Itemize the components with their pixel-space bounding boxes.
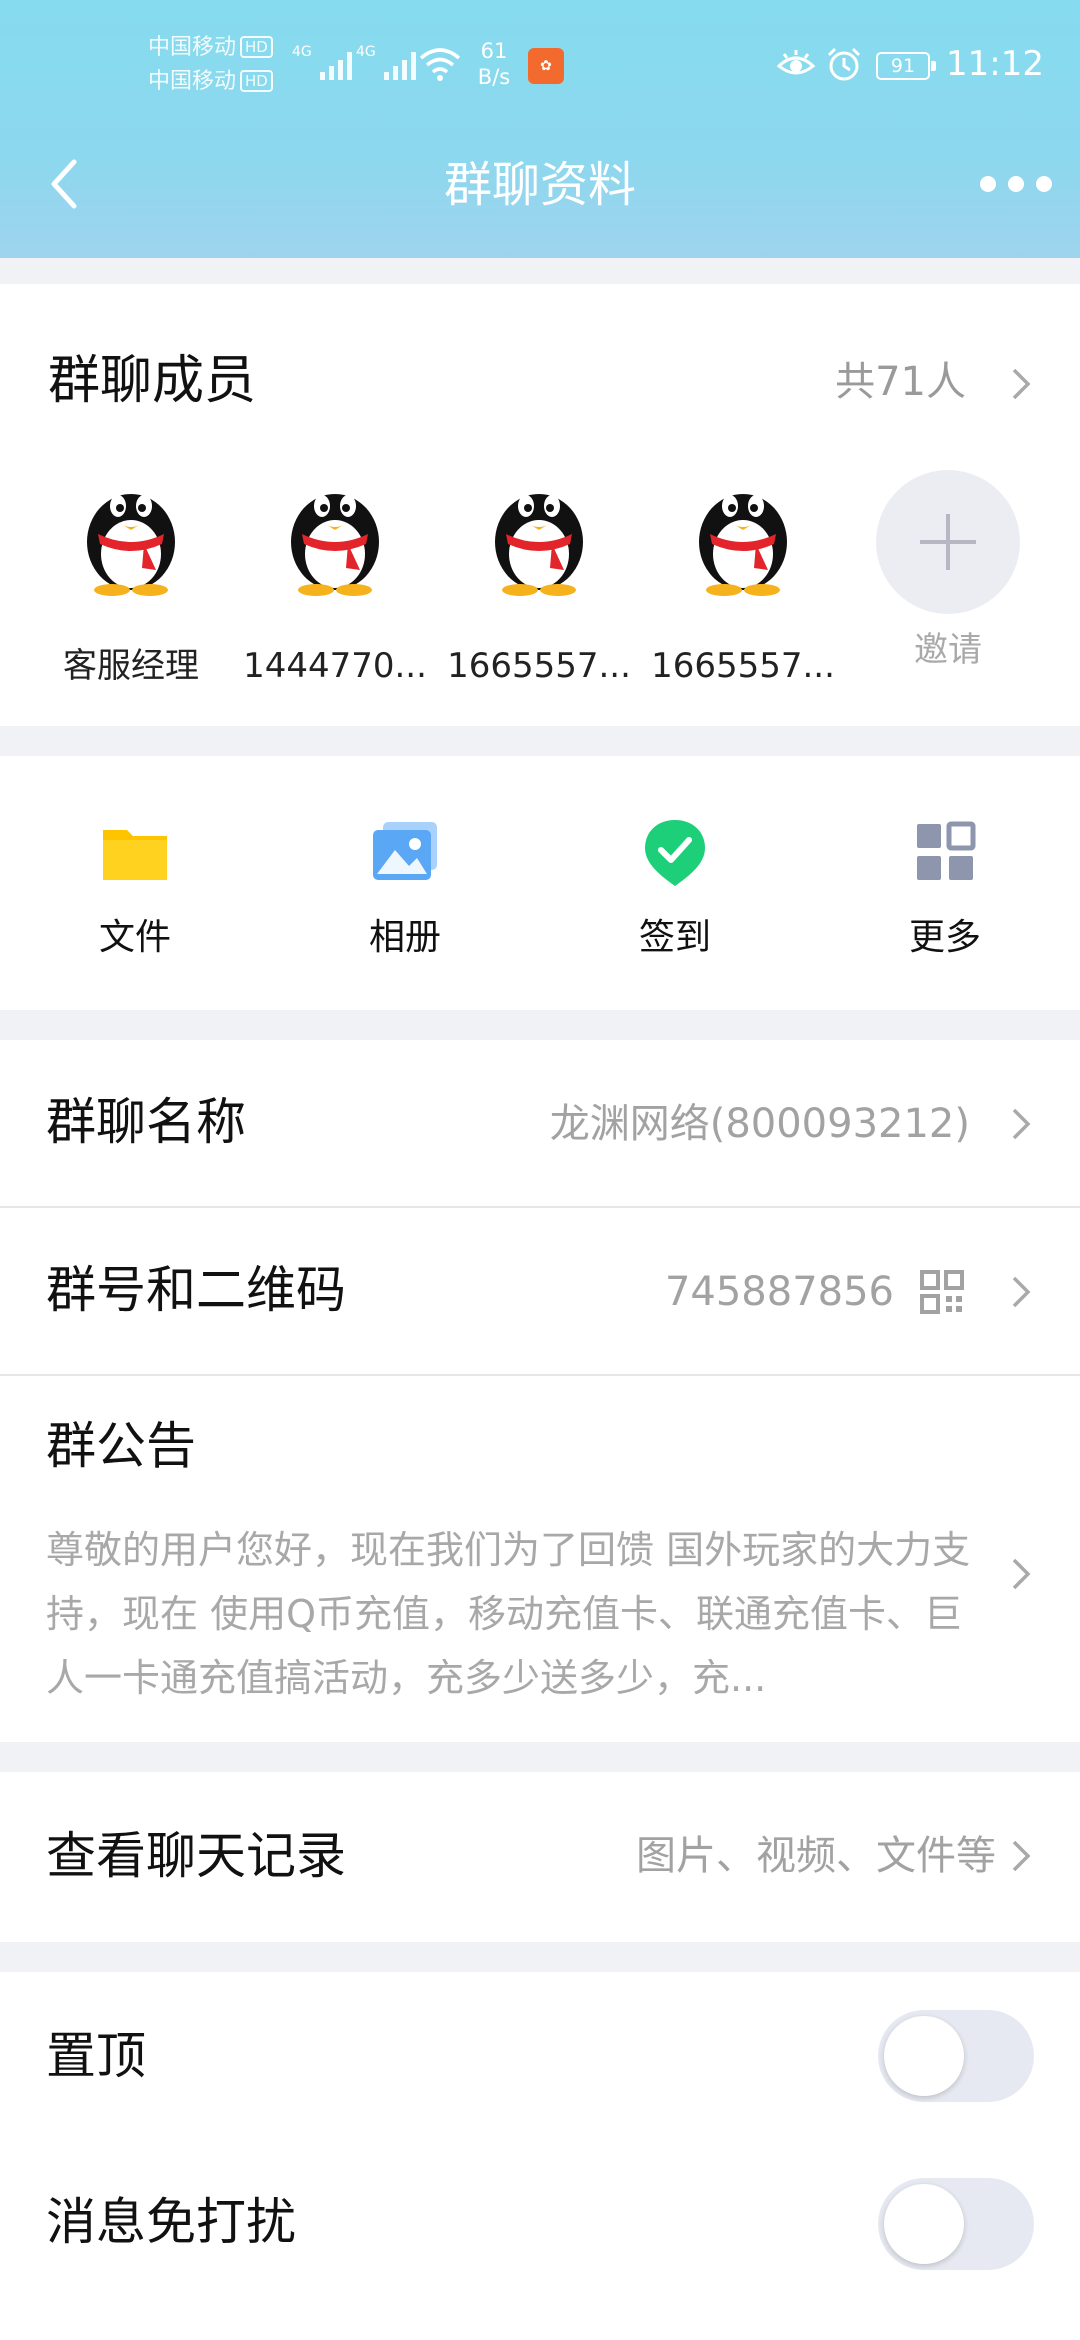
invite-label[interactable]: 邀请 [876, 628, 1020, 672]
penguin-avatar-icon [699, 494, 787, 596]
group-name-value: 龙渊网络(800093212) [549, 1101, 970, 1147]
signal-icon-1: 4G [292, 44, 352, 80]
alarm-icon [827, 47, 861, 81]
group-number-label: 群号和二维码 [46, 1261, 346, 1319]
member-item[interactable]: 1665557... [648, 472, 838, 688]
member-name: 1444770... [243, 646, 427, 686]
tool-label: 签到 [638, 917, 711, 958]
pin-row: 置顶 [0, 1972, 1080, 2142]
app-notification-icon: ✿ [528, 48, 564, 84]
battery-icon: 91 [876, 52, 936, 80]
toggle-knob [884, 2184, 964, 2264]
clock: 11:12 [946, 44, 1044, 84]
dnd-row: 消息免打扰 [0, 2142, 1080, 2312]
carrier-label-2: 中国移动 HD [148, 68, 273, 96]
battery-level: 91 [890, 55, 916, 77]
members-title: 群聊成员 [48, 351, 257, 411]
status-bar: 中国移动 HD 中国移动 HD 4G 4G 61 B/s ✿ 91 11:12 [0, 0, 1080, 120]
tool-label: 更多 [908, 917, 981, 958]
tools-card: 文件 相册 签到 更多 [0, 756, 1080, 1010]
settings-card: 置顶 消息免打扰 [0, 1972, 1080, 2340]
group-notice-text: 尊敬的用户您好，现在我们为了回馈 国外玩家的大力支持，现在 使用Q币充值，移动充… [46, 1528, 971, 1700]
tool-checkin[interactable]: 签到 [555, 816, 795, 962]
page-title: 群聊资料 [443, 157, 636, 213]
wifi-icon [419, 48, 461, 81]
dnd-label: 消息免打扰 [46, 2193, 296, 2251]
dnd-toggle[interactable] [878, 2178, 1034, 2270]
group-name-row[interactable]: 群聊名称 龙渊网络(800093212) [0, 1040, 1080, 1206]
invite-plus-icon[interactable] [876, 470, 1020, 614]
hd-badge-1: HD [240, 36, 273, 58]
network-speed: 61 B/s [474, 38, 514, 90]
member-name: 1665557... [651, 646, 835, 686]
pin-label: 置顶 [46, 2027, 146, 2085]
group-info-card: 群聊名称 龙渊网络(800093212) 群号和二维码 745887856 群公… [0, 1040, 1080, 1742]
group-name-label: 群聊名称 [46, 1093, 246, 1151]
signal-icon-2: 4G [356, 44, 416, 80]
tool-label: 相册 [368, 917, 441, 958]
penguin-avatar-icon [495, 494, 583, 596]
tool-album[interactable]: 相册 [285, 816, 525, 962]
carrier-name-1: 中国移动 [148, 35, 237, 60]
penguin-avatar-icon [87, 494, 175, 596]
folder-icon [103, 830, 167, 880]
member-item[interactable]: 1665557... [444, 472, 634, 688]
eye-comfort-icon [776, 50, 816, 75]
hd-badge-2: HD [240, 70, 273, 92]
group-number-value: 745887856 [664, 1269, 894, 1315]
chevron-right-icon [1012, 1558, 1031, 1590]
tool-files[interactable]: 文件 [15, 816, 255, 962]
app-header: 中国移动 HD 中国移动 HD 4G 4G 61 B/s ✿ 91 11:12 … [0, 0, 1080, 258]
member-name: 1665557... [447, 646, 631, 686]
album-icon [373, 822, 437, 880]
pin-toggle[interactable] [878, 2010, 1034, 2102]
checkin-icon [645, 820, 705, 886]
toggle-knob [884, 2016, 964, 2096]
network-type-2: 4G [356, 44, 376, 60]
chevron-right-icon [1012, 1840, 1031, 1872]
members-card: 群聊成员 共71人 客服经理 1444770... 1665557... 166… [0, 284, 1080, 726]
group-number-row[interactable]: 群号和二维码 745887856 [0, 1208, 1080, 1374]
grid-icon [917, 821, 976, 880]
speed-unit: B/s [477, 65, 511, 89]
member-item[interactable]: 客服经理 [36, 472, 226, 688]
chat-history-value: 图片、视频、文件等 [636, 1833, 996, 1879]
members-chevron-icon[interactable] [1010, 364, 1032, 404]
penguin-avatar-icon [291, 494, 379, 596]
tool-label: 文件 [98, 917, 171, 958]
chevron-right-icon [1012, 1108, 1031, 1140]
chat-history-label: 查看聊天记录 [46, 1827, 346, 1885]
chevron-right-icon [1012, 1276, 1031, 1308]
member-item[interactable]: 1444770... [240, 472, 430, 688]
network-type-1: 4G [292, 44, 312, 60]
member-name: 客服经理 [63, 646, 199, 686]
carrier-name-2: 中国移动 [148, 69, 237, 94]
members-count[interactable]: 共71人 [835, 354, 966, 410]
speed-value: 61 [480, 39, 508, 63]
qr-code-icon[interactable] [920, 1270, 964, 1314]
more-dots-icon[interactable] [980, 166, 1052, 202]
group-notice-label: 群公告 [46, 1417, 196, 1475]
carrier-label-1: 中国移动 HD [148, 34, 273, 62]
chat-history-card[interactable]: 查看聊天记录 图片、视频、文件等 [0, 1772, 1080, 1942]
group-notice-row[interactable]: 群公告 尊敬的用户您好，现在我们为了回馈 国外玩家的大力支持，现在 使用Q币充值… [0, 1376, 1080, 1742]
tool-more[interactable]: 更多 [825, 816, 1065, 962]
